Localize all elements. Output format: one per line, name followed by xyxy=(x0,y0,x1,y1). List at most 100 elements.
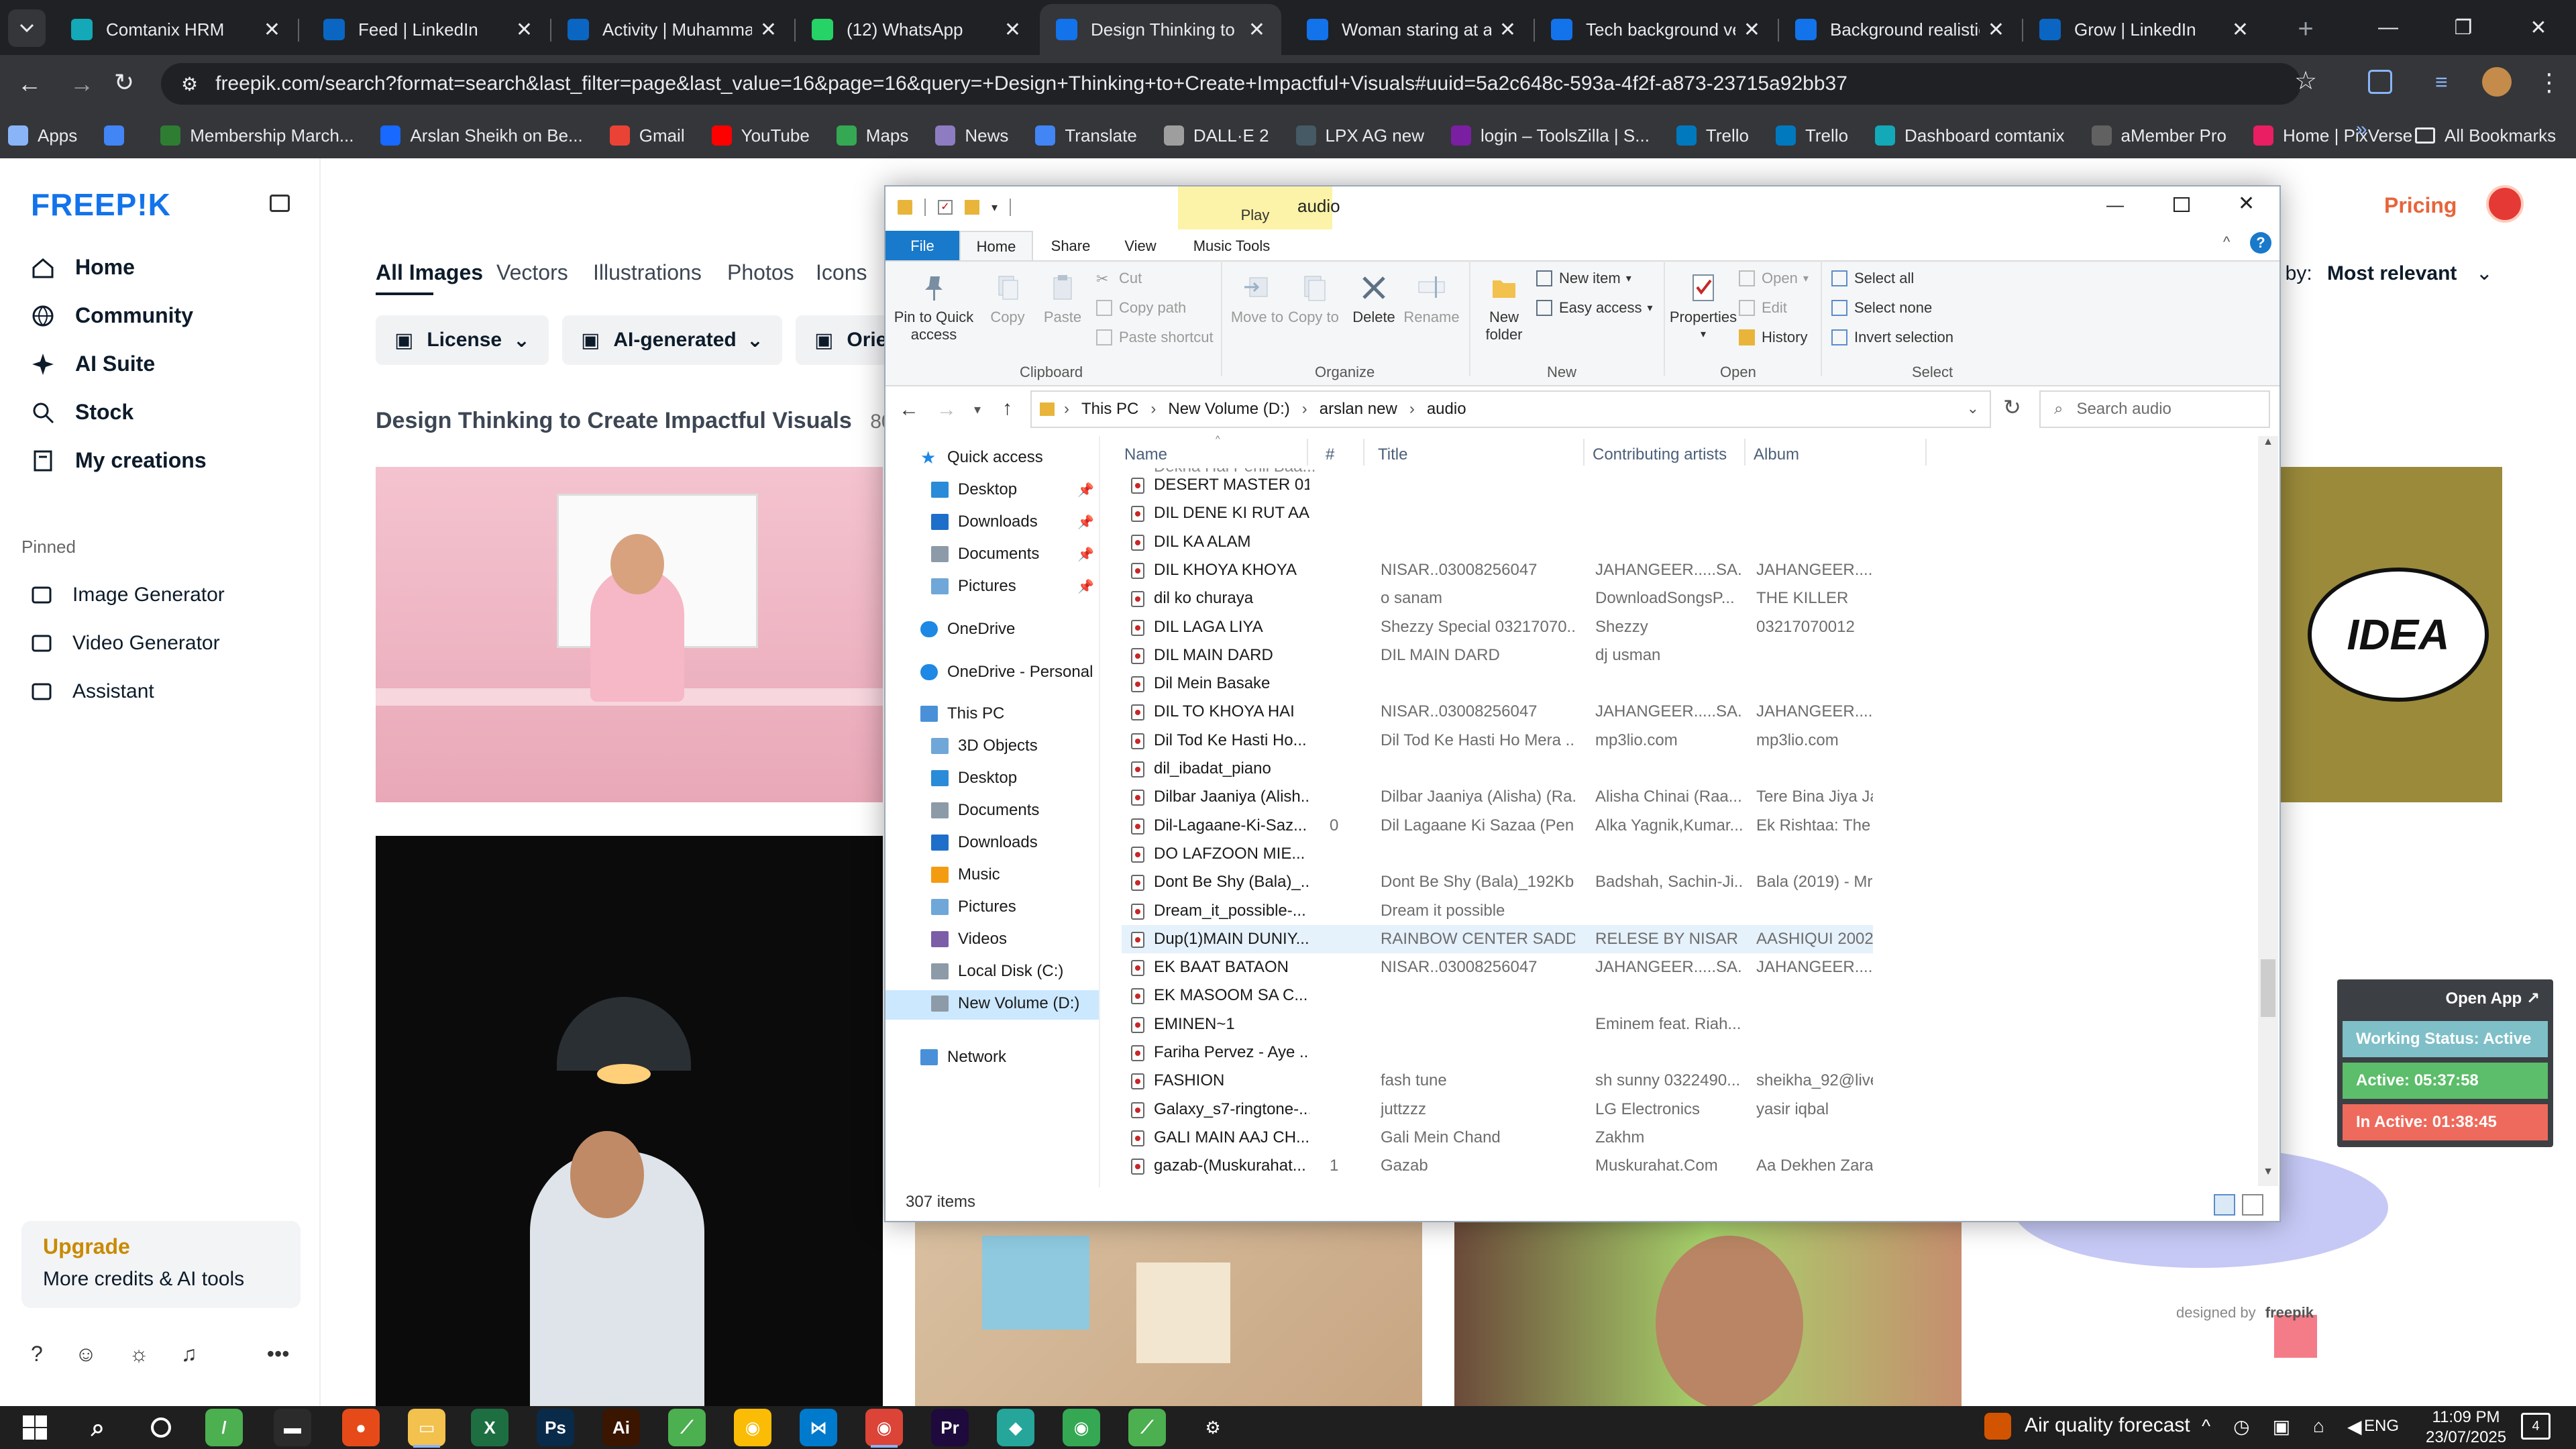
breadcrumb-audio[interactable]: audio xyxy=(1427,400,1466,419)
pin-icon[interactable]: 📌 xyxy=(1077,546,1094,563)
explorer-close-button[interactable]: ✕ xyxy=(2238,192,2255,215)
tray-chevron-icon[interactable]: ^ xyxy=(2202,1415,2210,1438)
column-divider[interactable] xyxy=(1363,439,1364,466)
tab-close-icon[interactable]: ✕ xyxy=(760,18,777,42)
site-info-icon[interactable]: ⚙ xyxy=(181,73,198,95)
explorer-address-bar[interactable]: › This PC › New Volume (D:) › arslan new… xyxy=(1030,390,1991,428)
bookmark-item[interactable]: News xyxy=(935,125,1008,146)
file-row[interactable]: Dil Mein Basake xyxy=(1122,669,1873,698)
pin-icon[interactable]: 📌 xyxy=(1077,578,1094,595)
more-bookmarks-icon[interactable]: » xyxy=(2356,118,2367,141)
column-artists[interactable]: Contributing artists xyxy=(1593,445,1727,464)
browser-tab-5[interactable]: Woman staring at a l ✕ xyxy=(1291,4,1532,55)
media-icon[interactable]: ≡ xyxy=(2435,70,2448,95)
notifications-button[interactable]: 4 xyxy=(2521,1413,2551,1440)
column-number[interactable]: # xyxy=(1326,445,1334,464)
bookmark-item[interactable]: login – ToolsZilla | S... xyxy=(1450,125,1650,146)
select-none-button[interactable]: Select none xyxy=(1831,299,1932,317)
tree-onedrive-personal[interactable]: OneDrive - Personal xyxy=(920,663,1093,682)
pin-icon[interactable]: 📌 xyxy=(1077,514,1094,531)
theme-icon[interactable]: ☼ xyxy=(129,1342,148,1366)
history-button[interactable]: History xyxy=(1739,329,1807,346)
file-row[interactable]: DIL LAGA LIYA Shezzy Special 03217070... S… xyxy=(1122,613,1873,641)
scroll-down-arrow[interactable]: ▼ xyxy=(2258,1166,2278,1186)
all-bookmarks[interactable]: All Bookmarks xyxy=(2415,118,2556,153)
tab-close-icon[interactable]: ✕ xyxy=(516,18,533,42)
tab-close-icon[interactable]: ✕ xyxy=(1004,18,1021,42)
address-dropdown-icon[interactable]: ⌄ xyxy=(1967,400,1979,417)
excel-icon[interactable]: X xyxy=(471,1409,508,1446)
reload-button[interactable]: ↻ xyxy=(114,68,134,97)
explorer-forward-button[interactable]: → xyxy=(936,398,957,421)
tab-close-icon[interactable]: ✕ xyxy=(2232,18,2249,42)
forward-button[interactable]: → xyxy=(70,70,94,98)
copy-to-button[interactable]: Copy to xyxy=(1285,271,1342,326)
more-icon[interactable]: ••• xyxy=(267,1342,290,1366)
explorer-back-button[interactable]: ← xyxy=(899,398,919,421)
file-row[interactable]: dil ko churaya o sanam DownloadSongsP... TH… xyxy=(1122,584,1873,612)
tree-pc-downloads[interactable]: Downloads xyxy=(931,833,1038,852)
nav-item-community[interactable]: Community xyxy=(31,303,193,328)
file-row[interactable]: Dil-Lagaane-Ki-Saz... 0 Dil Lagaane Ki Saz… xyxy=(1122,812,1873,840)
easy-access-button[interactable]: Easy access ▾ xyxy=(1536,299,1653,317)
cut-button[interactable]: ✂ Cut xyxy=(1096,270,1142,287)
tree-pc-pictures[interactable]: Pictures xyxy=(931,898,1016,916)
tray-display-icon[interactable]: ▣ xyxy=(2273,1415,2290,1438)
tree-quick-access[interactable]: ★ Quick access xyxy=(920,448,1043,467)
tree-quick-desktop[interactable]: Desktop xyxy=(931,480,1017,499)
bookmark-item[interactable]: Maps xyxy=(836,125,908,146)
paste-button[interactable]: Paste xyxy=(1034,271,1091,326)
file-explorer-icon[interactable]: ▭ xyxy=(408,1409,445,1446)
file-row[interactable]: DIL KHOYA KHOYA NISAR..03008256047 JAHANGE… xyxy=(1122,556,1873,584)
image-man-lamp[interactable] xyxy=(376,836,883,1406)
image-woman-desk[interactable] xyxy=(376,467,883,802)
column-divider[interactable] xyxy=(1583,439,1585,466)
bookmark-item[interactable]: Home | PixVerse xyxy=(2253,125,2412,146)
terminal-icon[interactable]: ▬ xyxy=(274,1409,311,1446)
content-tab-photos[interactable]: Photos xyxy=(727,260,794,285)
camtasia-icon[interactable]: ⟋ xyxy=(668,1409,706,1446)
content-tab-vectors[interactable]: Vectors xyxy=(496,260,568,285)
column-album[interactable]: Album xyxy=(1754,445,1799,464)
bookmark-item[interactable]: Trello xyxy=(1676,125,1749,146)
content-tab-illustrations[interactable]: Illustrations xyxy=(593,260,702,285)
new-folder-button[interactable]: New folder xyxy=(1476,271,1532,343)
tree-quick-downloads[interactable]: Downloads xyxy=(931,513,1038,531)
file-row[interactable]: Dont Be Shy (Bala)_... Dont Be Shy (Bala)… xyxy=(1122,868,1873,896)
column-title[interactable]: Title xyxy=(1378,445,1407,464)
filter-ai-generated[interactable]: ▣ AI-generated ⌄ xyxy=(562,315,782,365)
discord-icon[interactable]: ☺ xyxy=(75,1342,97,1366)
file-row[interactable]: Galaxy_s7-ringtone-... juttzzz LG Electron… xyxy=(1122,1095,1873,1124)
nav-item-my-creations[interactable]: My creations xyxy=(31,448,207,473)
file-row[interactable]: Dilbar Jaaniya (Alish... Dilbar Jaaniya (… xyxy=(1122,783,1873,811)
pin-quick-access-button[interactable]: Pin to Quick access xyxy=(894,271,974,343)
pane-splitter[interactable] xyxy=(1099,436,1100,1187)
copy-path-button[interactable]: Copy path xyxy=(1096,299,1186,317)
close-window-button[interactable]: ✕ xyxy=(2501,0,2576,55)
help-icon[interactable]: ? xyxy=(2250,232,2271,254)
delete-button[interactable]: Delete xyxy=(1346,271,1402,326)
tab-file[interactable]: File xyxy=(885,231,959,262)
volume-icon[interactable]: ◀ xyxy=(2347,1415,2362,1438)
tree-quick-pictures[interactable]: Pictures xyxy=(931,577,1016,596)
breadcrumb-new-volume[interactable]: New Volume (D:) xyxy=(1168,400,1289,419)
open-app-link[interactable]: Open App ↗ xyxy=(2445,989,2540,1008)
freepik-logo[interactable]: FREEP!K xyxy=(31,186,171,223)
browser-app-icon[interactable]: ● xyxy=(342,1409,380,1446)
bookmark-item[interactable]: LPX AG new xyxy=(1295,125,1424,146)
user-avatar[interactable] xyxy=(2486,185,2524,223)
bookmark-item[interactable]: Arslan Sheikh on Be... xyxy=(380,125,583,146)
cortana-icon[interactable] xyxy=(142,1409,180,1446)
profile-avatar[interactable] xyxy=(2482,67,2512,97)
file-row[interactable]: Dream_it_possible-... Dream it possible xyxy=(1122,897,1873,925)
chrome-icon[interactable]: ◉ xyxy=(734,1409,771,1446)
tree-pc-documents[interactable]: Documents xyxy=(931,801,1039,820)
file-manager-icon[interactable]: / xyxy=(205,1409,243,1446)
file-row[interactable]: EK MASOOM SA C... xyxy=(1122,981,1873,1010)
file-row[interactable]: dil_ibadat_piano xyxy=(1122,755,1873,783)
browser-tab-4[interactable]: Design Thinking to C ✕ xyxy=(1040,4,1281,55)
chrome-alt-icon[interactable]: ◉ xyxy=(1063,1409,1100,1446)
nav-item-ai-suite[interactable]: AI Suite xyxy=(31,352,155,376)
tree-this-pc[interactable]: This PC xyxy=(920,704,1004,723)
premiere-icon[interactable]: Pr xyxy=(931,1409,969,1446)
